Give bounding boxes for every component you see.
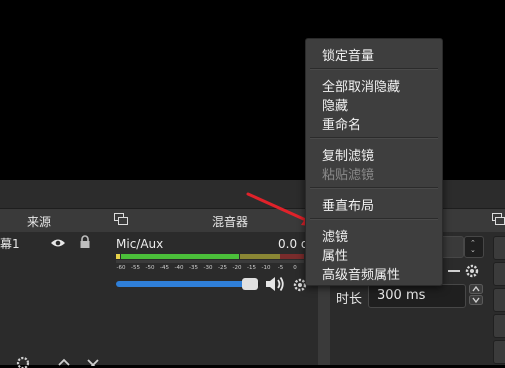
menu-item-lock-volume[interactable]: 锁定音量 <box>322 45 374 64</box>
level-meter-top <box>116 254 304 259</box>
menu-separator <box>310 187 438 189</box>
controls-panel <box>490 232 505 365</box>
undock-icon[interactable] <box>114 213 128 225</box>
volume-slider-fill <box>116 281 245 287</box>
meter-scale-label: -25 <box>218 265 227 271</box>
control-button-5[interactable] <box>493 340 505 364</box>
mixer-channel-name: Mic/Aux <box>116 237 164 251</box>
volume-slider-handle[interactable] <box>242 278 258 290</box>
remove-transition-icon[interactable] <box>448 270 460 272</box>
menu-separator <box>310 68 438 70</box>
menu-item-rename[interactable]: 重命名 <box>322 114 361 133</box>
chevron-down-icon[interactable] <box>469 295 483 305</box>
meter-scale-label: -45 <box>160 265 169 271</box>
control-button-4[interactable] <box>493 314 505 338</box>
duration-label: 时长 <box>336 292 363 307</box>
chevron-down-icon: ⌄ <box>470 246 476 254</box>
controls-header <box>490 208 505 232</box>
menu-separator <box>310 218 438 220</box>
menu-item-filters[interactable]: 滤镜 <box>322 226 348 245</box>
duration-input[interactable]: 300 ms <box>368 284 466 308</box>
sources-header: 来源 <box>0 208 110 232</box>
menu-item-hide[interactable]: 隐藏 <box>322 95 348 114</box>
source-item-label: 幕1 <box>0 237 20 251</box>
transition-select-spinner[interactable]: ⌃ ⌄ <box>464 236 484 258</box>
meter-scale-label: -40 <box>175 265 184 271</box>
meter-scale-label: -35 <box>189 265 198 271</box>
menu-item-unhide-all[interactable]: 全部取消隐藏 <box>322 76 400 95</box>
undock-icon[interactable] <box>492 213 505 225</box>
duration-value: 300 ms <box>377 288 426 303</box>
menu-item-copy-filters[interactable]: 复制滤镜 <box>322 145 374 164</box>
sources-list[interactable]: 幕1 <box>0 232 111 368</box>
gear-icon[interactable] <box>464 263 480 279</box>
menu-separator <box>310 137 438 139</box>
meter-scale-label: -55 <box>131 265 140 271</box>
menu-item-advanced-audio[interactable]: 高级音频属性 <box>322 264 400 283</box>
gear-icon[interactable] <box>14 354 32 368</box>
meter-scale-label: 0 <box>293 265 297 271</box>
control-button-1[interactable] <box>493 236 505 260</box>
meter-scale-label: -30 <box>204 265 213 271</box>
meter-scale-label: -20 <box>233 265 242 271</box>
speaker-icon[interactable] <box>264 275 286 293</box>
meter-scale-label: -60 <box>117 265 126 271</box>
meter-scale-label: -5 <box>278 265 284 271</box>
lock-icon[interactable] <box>79 235 91 249</box>
eye-icon[interactable] <box>50 237 66 249</box>
mixer-db-value: 0.0 d <box>278 237 309 251</box>
menu-item-paste-filters: 粘贴滤镜 <box>322 168 375 183</box>
chevron-up-icon[interactable] <box>469 284 483 294</box>
meter-scale-label: -50 <box>146 265 155 271</box>
meter-scale: -60 -55 -50 -45 -40 -35 -30 -25 -20 -15 -10 -5 0 <box>117 265 298 271</box>
volume-slider[interactable] <box>116 278 260 290</box>
control-button-2[interactable] <box>493 262 505 286</box>
control-button-3[interactable] <box>493 288 505 312</box>
source-item[interactable]: 幕1 <box>0 234 110 252</box>
meter-scale-label: -15 <box>247 265 256 271</box>
mixer-panel: Mic/Aux 0.0 d <box>110 232 319 365</box>
sources-title: 来源 <box>27 215 52 229</box>
duration-stepper[interactable] <box>469 284 483 306</box>
menu-item-vertical-layout[interactable]: 垂直布局 <box>322 195 374 214</box>
context-menu: 锁定音量 全部取消隐藏 隐藏 重命名 复制滤镜 粘贴滤镜 垂直布局 滤镜 属性 … <box>305 38 443 286</box>
menu-item-properties[interactable]: 属性 <box>322 245 348 264</box>
meter-scale-label: -10 <box>262 265 271 271</box>
